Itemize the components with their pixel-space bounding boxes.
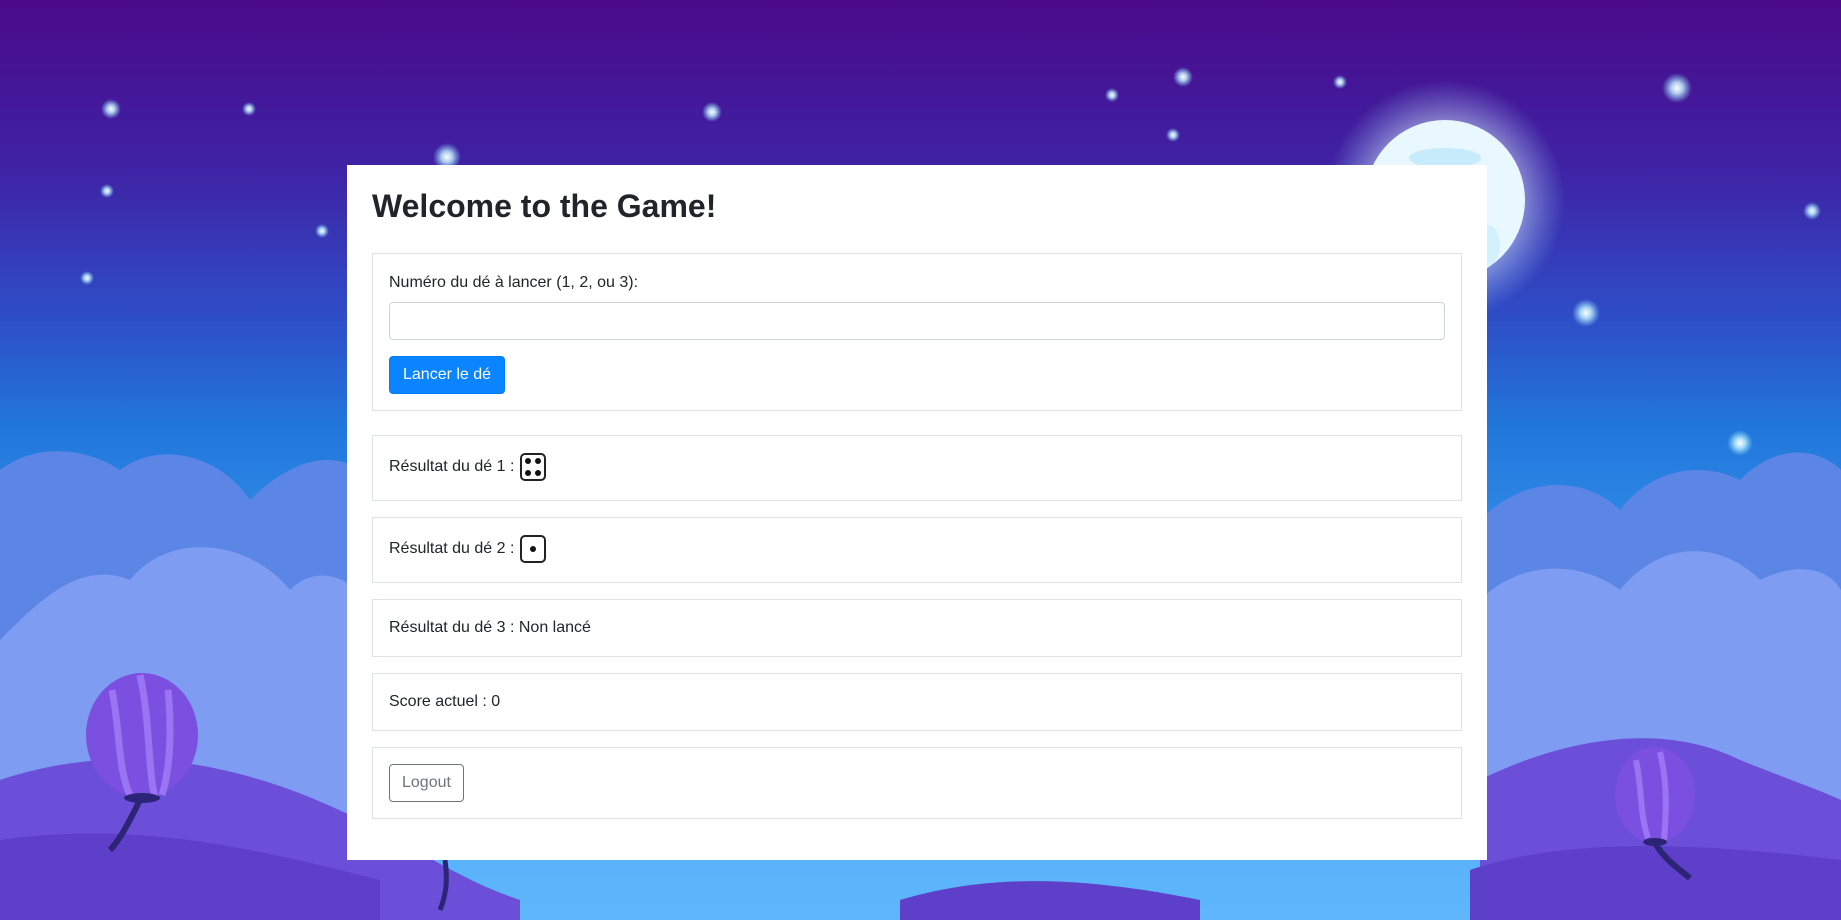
die-3-result-panel: Résultat du dé 3 : Non lancé: [372, 599, 1462, 657]
game-card: Welcome to the Game! Numéro du dé à lanc…: [347, 165, 1487, 860]
logout-panel: Logout: [372, 747, 1462, 819]
die-2-label: Résultat du dé 2 :: [389, 540, 515, 557]
die-3-status: Non lancé: [518, 619, 591, 636]
logout-button[interactable]: Logout: [389, 764, 464, 802]
die-number-input[interactable]: [389, 302, 1445, 340]
die-2-result: Résultat du dé 2 :: [389, 535, 547, 563]
die-number-label: Numéro du dé à lancer (1, 2, ou 3):: [389, 274, 639, 291]
die-2-result-panel: Résultat du dé 2 :: [372, 517, 1462, 583]
die-face-four-icon: [520, 453, 547, 481]
roll-form-panel: Numéro du dé à lancer (1, 2, ou 3): Lanc…: [372, 253, 1462, 411]
roll-die-button[interactable]: Lancer le dé: [389, 356, 506, 394]
die-3-label: Résultat du dé 3 :: [389, 619, 515, 636]
die-1-label: Résultat du dé 1 :: [389, 458, 515, 475]
die-1-result-panel: Résultat du dé 1 :: [372, 435, 1462, 501]
page-title: Welcome to the Game!: [372, 188, 717, 224]
score-label: Score actuel :: [389, 693, 487, 710]
die-1-result: Résultat du dé 1 :: [389, 453, 547, 481]
score: Score actuel : 0: [389, 693, 500, 711]
score-value: 0: [491, 693, 501, 710]
die-3-result: Résultat du dé 3 : Non lancé: [389, 619, 591, 637]
score-panel: Score actuel : 0: [372, 673, 1462, 731]
die-face-one-icon: [520, 535, 547, 563]
